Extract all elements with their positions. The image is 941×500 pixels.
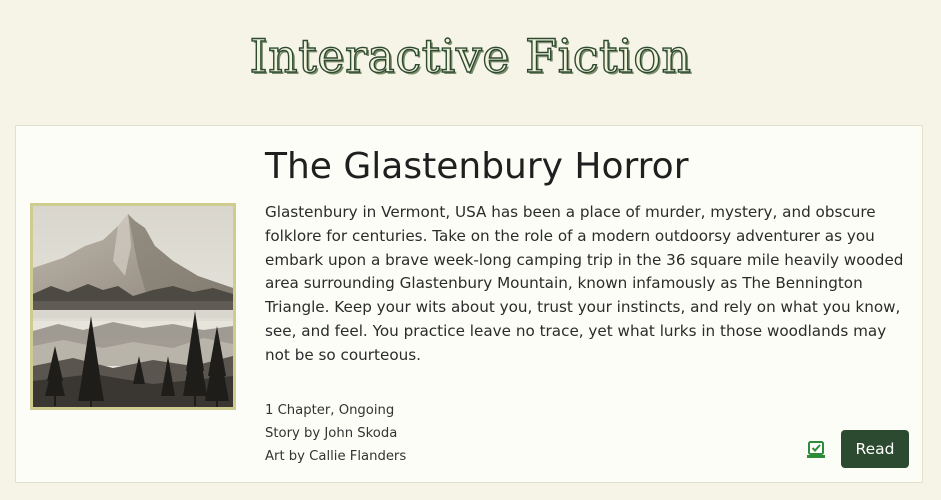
story-title[interactable]: The Glastenbury Horror <box>265 143 689 191</box>
story-credit: Story by John Skoda <box>265 426 398 441</box>
chapter-status: 1 Chapter, Ongoing <box>265 403 395 418</box>
story-description: Glastenbury in Vermont, USA has been a p… <box>265 203 904 364</box>
mountain-forest-illustration <box>33 206 233 407</box>
story-meta: 1 Chapter, Ongoing Story by John Skoda A… <box>265 399 406 468</box>
art-credit: Art by Callie Flanders <box>265 449 407 464</box>
site-title: Interactive Fiction <box>249 28 692 83</box>
read-button[interactable]: Read <box>841 430 909 468</box>
page: Interactive Fiction The Glastenbury Horr… <box>0 0 941 500</box>
story-cover-image <box>30 203 236 410</box>
bookmark-check-icon[interactable] <box>806 441 826 459</box>
story-card: The Glastenbury Horror Glastenbury in Ve… <box>15 125 923 483</box>
